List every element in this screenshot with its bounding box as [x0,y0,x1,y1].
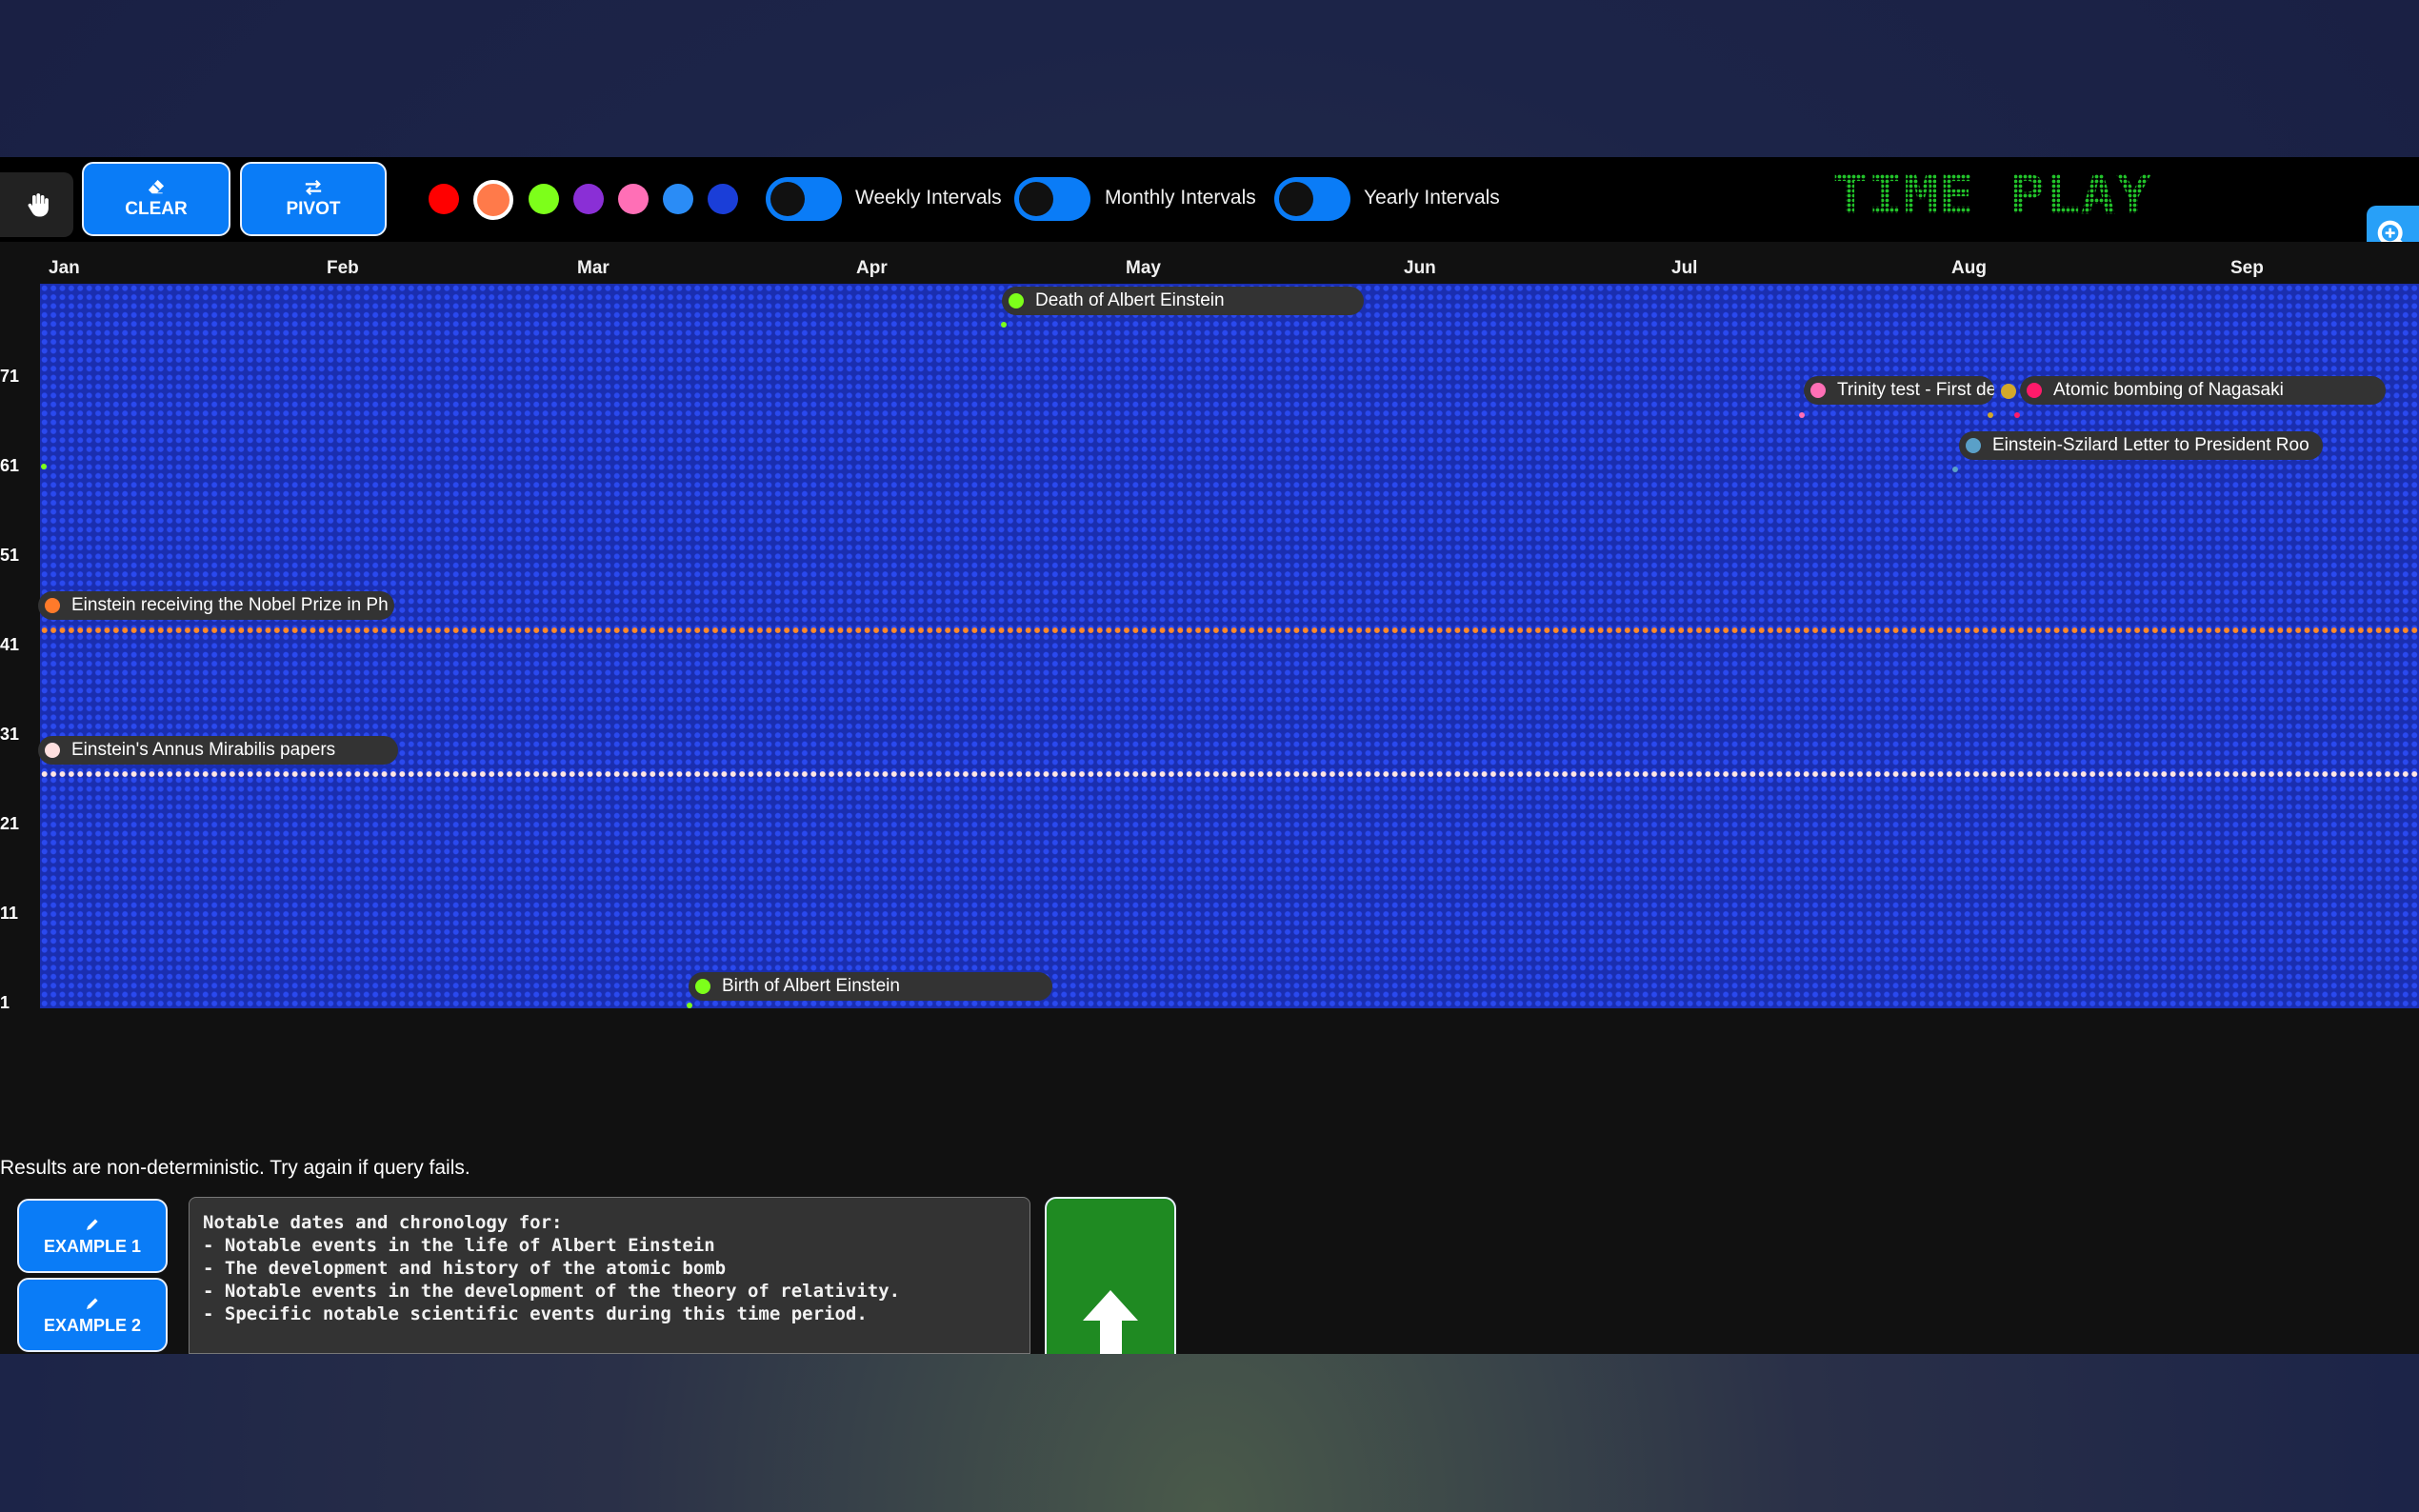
color-swatch-orange[interactable] [473,180,513,220]
event-marker [2014,412,2020,418]
submit-query-button[interactable] [1045,1197,1176,1354]
event-label: Einstein receiving the Nobel Prize in Ph [71,595,389,615]
pivot-label: PIVOT [286,199,341,219]
event-label: Einstein-Szilard Letter to President Roo [1992,435,2309,455]
arrow-up-icon [1083,1290,1138,1354]
event-bullet [1810,383,1826,398]
event-marker [1952,467,1958,472]
color-swatch-green[interactable] [529,184,559,214]
event-label: Atomic bombing of Nagasaki [2053,380,2284,400]
color-swatch-pink[interactable] [618,184,649,214]
event-marker [687,1003,692,1008]
month-label: Mar [577,258,610,278]
event-einstein-szilard-letter[interactable]: Einstein-Szilard Letter to President Roo [1959,431,2323,460]
event-label: Einstein's Annus Mirabilis papers [71,740,336,760]
color-swatch-purple[interactable] [573,184,604,214]
event-annus-mirabilis[interactable]: Einstein's Annus Mirabilis papers [38,736,398,765]
event-bullet [1966,438,1981,453]
month-label: Feb [327,258,359,278]
weekly-intervals-label: Weekly Intervals [855,187,1002,209]
event-bullet [45,598,60,613]
year-row-label: 31 [0,725,20,744]
event-label: Death of Albert Einstein [1035,290,1225,310]
color-swatch-red[interactable] [429,184,459,214]
event-label: Birth of Albert Einstein [722,976,900,996]
year-row-label: 1 [0,993,10,1012]
month-label: May [1126,258,1161,278]
month-label: Jul [1671,258,1698,278]
event-bullet-overlap[interactable] [2001,384,2016,399]
month-label: Jan [49,258,80,278]
year-row-label: 11 [0,904,19,923]
event-bullet [2027,383,2042,398]
event-bullet [45,743,60,758]
event-bullet [695,979,710,994]
pencil-icon [87,1297,98,1309]
color-swatch-light-blue[interactable] [663,184,693,214]
pan-tool-button[interactable] [0,172,73,237]
event-birth-of-einstein[interactable]: Birth of Albert Einstein [689,972,1052,1001]
event-marker [1799,412,1805,418]
event-nagasaki[interactable]: Atomic bombing of Nagasaki [2020,376,2386,405]
toolbar: CLEAR PIVOT Weekly Intervals Monthly Int… [0,157,2419,267]
month-label: Jun [1404,258,1436,278]
year-row-label: 61 [0,456,20,475]
event-marker [1988,412,1993,418]
nondeterministic-notice: Results are non-deterministic. Try again… [0,1157,470,1179]
month-label: Aug [1951,258,1987,278]
monthly-intervals-label: Monthly Intervals [1105,187,1256,209]
time-play-logo: TIME PLAY [1832,169,2151,221]
year-row-label: 51 [0,546,20,565]
year-row-label: 41 [0,635,20,654]
color-swatch-blue[interactable] [708,184,738,214]
clear-button[interactable]: CLEAR [82,162,230,236]
event-label: Trinity test - First de [1837,380,1994,400]
event-marker [41,464,47,469]
weekly-intervals-toggle[interactable] [766,177,842,221]
pencil-icon [87,1218,98,1230]
highlighted-year-row-orange [40,627,2419,633]
year-row-label: 71 [0,367,20,386]
event-marker [1001,322,1007,328]
clear-label: CLEAR [125,199,188,219]
month-label: Apr [856,258,888,278]
eraser-icon [148,179,165,194]
monthly-intervals-toggle[interactable] [1014,177,1090,221]
hand-pointer-icon [28,193,49,217]
highlighted-year-row-white [40,771,2419,777]
yearly-intervals-toggle[interactable] [1274,177,1350,221]
example-1-button[interactable]: EXAMPLE 1 [17,1199,168,1273]
yearly-intervals-label: Yearly Intervals [1364,187,1500,209]
time-play-app: CLEAR PIVOT Weekly Intervals Monthly Int… [0,157,2419,1354]
event-death-of-einstein[interactable]: Death of Albert Einstein [1002,287,1364,315]
swap-arrows-icon [305,179,322,196]
example-2-button[interactable]: EXAMPLE 2 [17,1278,168,1352]
month-label: Sep [2230,258,2264,278]
example-2-label: EXAMPLE 2 [43,1315,142,1335]
example-1-label: EXAMPLE 1 [43,1236,142,1256]
pivot-button[interactable]: PIVOT [240,162,387,236]
month-axis: Jan Feb Mar Apr May Jun Jul Aug Sep [0,242,2419,278]
logo-text: TIME PLAY [1832,169,2151,221]
year-row-label: 21 [0,814,20,833]
query-textarea[interactable]: Notable dates and chronology for: - Nota… [189,1197,1030,1354]
event-trinity-test[interactable]: Trinity test - First de [1804,376,1994,405]
event-nobel-prize[interactable]: Einstein receiving the Nobel Prize in Ph [38,591,394,620]
event-bullet [1009,293,1024,308]
